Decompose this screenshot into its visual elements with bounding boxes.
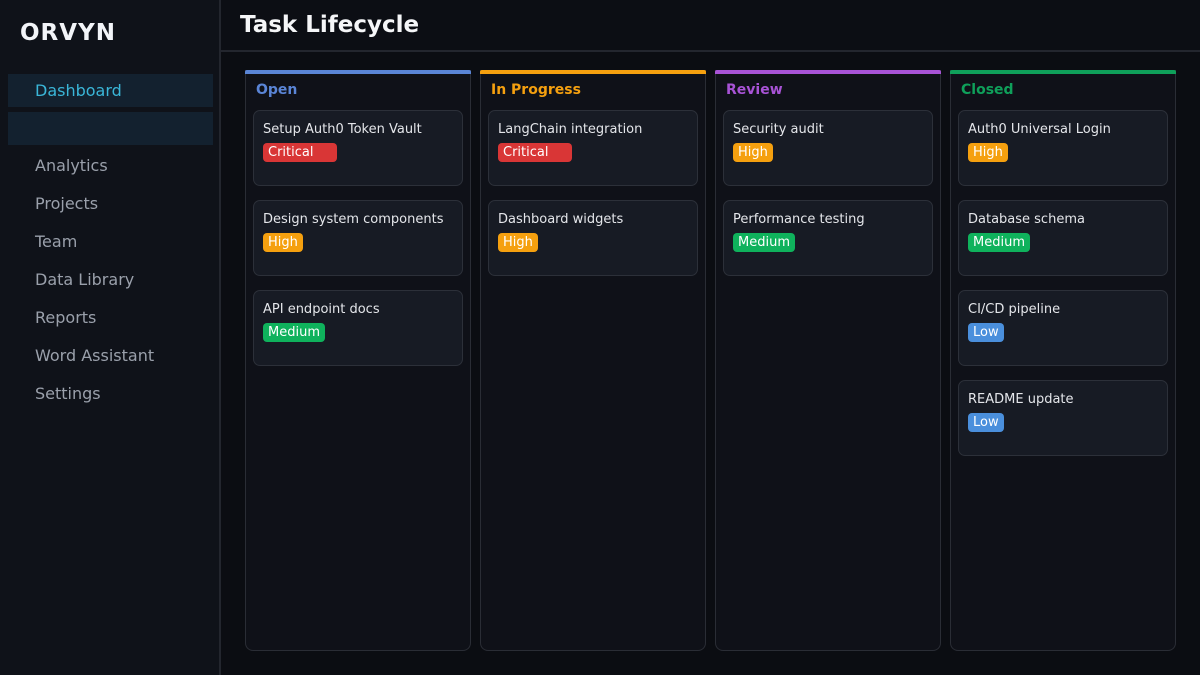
sidebar: ORVYN Dashboard Analytics Projects Team … xyxy=(0,0,221,675)
priority-badge: Critical xyxy=(498,143,573,162)
page-title: Task Lifecycle xyxy=(240,12,420,38)
sidebar-item-label: Dashboard xyxy=(35,81,122,100)
sidebar-item-settings[interactable]: Settings xyxy=(8,377,213,410)
column-color-bar xyxy=(480,70,706,74)
sidebar-item-label: Projects xyxy=(35,194,99,213)
sidebar-item-dashboard[interactable]: Dashboard xyxy=(8,74,213,107)
sidebar-item-projects[interactable]: Projects xyxy=(8,187,213,220)
task-card[interactable]: LangChain integration Critical xyxy=(488,110,698,186)
task-card[interactable]: Design system components High xyxy=(253,200,463,276)
sidebar-item-analytics[interactable]: Analytics xyxy=(8,149,213,182)
column-title: Closed xyxy=(961,82,1014,98)
card-title: Security audit xyxy=(733,122,824,137)
card-title: LangChain integration xyxy=(498,122,643,137)
column-color-bar xyxy=(950,70,1176,74)
sidebar-item-label: Team xyxy=(35,232,78,251)
priority-badge: High xyxy=(968,143,1008,162)
column-closed: Closed Auth0 Universal Login High Databa… xyxy=(950,70,1176,651)
sidebar-item-label: Reports xyxy=(35,308,97,327)
column-title: Open xyxy=(256,82,298,98)
header: Task Lifecycle xyxy=(221,0,1200,52)
task-card[interactable]: Database schema Medium xyxy=(958,200,1168,276)
task-card[interactable]: Performance testing Medium xyxy=(723,200,933,276)
card-title: Performance testing xyxy=(733,212,865,227)
card-title: Dashboard widgets xyxy=(498,212,624,227)
priority-badge: High xyxy=(733,143,773,162)
priority-badge: Medium xyxy=(968,233,1030,252)
column-color-bar xyxy=(245,70,471,74)
card-title: Auth0 Universal Login xyxy=(968,122,1111,137)
sidebar-item-word-assistant[interactable]: Word Assistant xyxy=(8,339,213,372)
priority-badge: Critical xyxy=(263,143,338,162)
task-card[interactable]: Security audit High xyxy=(723,110,933,186)
priority-badge: High xyxy=(263,233,303,252)
card-title: README update xyxy=(968,392,1074,407)
sidebar-item-label: Analytics xyxy=(35,156,108,175)
brand-logo[interactable]: ORVYN xyxy=(20,20,116,46)
task-card[interactable]: README update Low xyxy=(958,380,1168,456)
column-color-bar xyxy=(715,70,941,74)
sidebar-item-data-library[interactable]: Data Library xyxy=(8,263,213,296)
column-in-progress: In Progress LangChain integration Critic… xyxy=(480,70,706,651)
column-open: Open Setup Auth0 Token Vault Critical De… xyxy=(245,70,471,651)
column-title: In Progress xyxy=(491,82,581,98)
task-card[interactable]: Auth0 Universal Login High xyxy=(958,110,1168,186)
task-card[interactable]: Dashboard widgets High xyxy=(488,200,698,276)
card-title: Design system components xyxy=(263,212,444,227)
task-card[interactable]: CI/CD pipeline Low xyxy=(958,290,1168,366)
sidebar-item-blank[interactable] xyxy=(8,112,213,145)
sidebar-item-reports[interactable]: Reports xyxy=(8,301,213,334)
sidebar-item-team[interactable]: Team xyxy=(8,225,213,258)
column-title: Review xyxy=(726,82,783,98)
priority-badge: Low xyxy=(968,323,1004,342)
sidebar-item-label: Settings xyxy=(35,384,101,403)
priority-badge: Medium xyxy=(263,323,325,342)
card-title: API endpoint docs xyxy=(263,302,380,317)
app: ORVYN Dashboard Analytics Projects Team … xyxy=(0,0,1200,675)
priority-badge: High xyxy=(498,233,538,252)
task-card[interactable]: Setup Auth0 Token Vault Critical xyxy=(253,110,463,186)
card-title: Database schema xyxy=(968,212,1085,227)
task-card[interactable]: API endpoint docs Medium xyxy=(253,290,463,366)
card-title: Setup Auth0 Token Vault xyxy=(263,122,422,137)
priority-badge: Medium xyxy=(733,233,795,252)
priority-badge: Low xyxy=(968,413,1004,432)
column-review: Review Security audit High Performance t… xyxy=(715,70,941,651)
sidebar-item-label: Word Assistant xyxy=(35,346,155,365)
card-title: CI/CD pipeline xyxy=(968,302,1061,317)
sidebar-item-label: Data Library xyxy=(35,270,135,289)
